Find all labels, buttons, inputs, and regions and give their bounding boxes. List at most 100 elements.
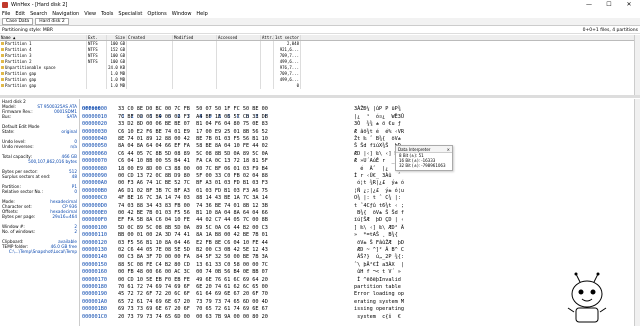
partition-icon xyxy=(1,60,4,63)
cell-name: Partition gap xyxy=(5,71,37,76)
col-accessed[interactable]: Accessed xyxy=(217,35,261,40)
hex-bytes: 00 CD 13 72 0C 8B D9 80 5F 00 33 C0 FB 0… xyxy=(118,173,268,179)
hex-text: Æ »U´AúÊ r _ xyxy=(354,158,395,165)
mascot-sticker-image xyxy=(567,272,607,323)
hex-bytes: 74 03 88 34 43 83 FB 00 74 36 BE 74 01 8… xyxy=(118,202,268,209)
maximize-button[interactable]: ☐ xyxy=(600,0,618,10)
col-ext[interactable]: Ext. xyxy=(87,35,107,40)
file-list: Name ▲ Ext. Size Created Modified Access… xyxy=(0,35,634,95)
hex-text: system c{š € xyxy=(354,313,404,320)
info-key: Surplus sectors at end: xyxy=(2,174,51,179)
hex-bytes: 69 73 73 69 6E 67 20 6F 70 65 72 61 74 6… xyxy=(118,306,268,313)
hex-offset: 00000130 xyxy=(82,247,107,253)
data-interpreter-window: Data Interpreter × 8 Bit (±): 51 16 Bit … xyxy=(395,145,453,171)
partition-icon xyxy=(1,78,4,81)
hex-offset: 00000030 xyxy=(82,128,107,135)
hex-offset: 00000080 xyxy=(82,165,107,172)
interpreter-close-icon[interactable]: × xyxy=(447,146,450,153)
info-value: n/a xyxy=(70,144,77,149)
cell-name: Partition gap xyxy=(5,77,37,82)
hex-scrollbar[interactable] xyxy=(634,99,640,326)
info-key: State: xyxy=(2,129,15,134)
hex-text: Í ^ëðëþInvalid xyxy=(354,276,404,283)
title-bar: WinHex - [Hard disk 2] — ☐ ✕ xyxy=(0,0,640,10)
hex-text: erating system M xyxy=(354,298,404,305)
cell-empty xyxy=(173,83,217,89)
hex-bytes: 7C BF 00 06 B9 00 02 F3 A4 BF 1E 06 57 C… xyxy=(118,113,268,120)
hex-offset: 00000180 xyxy=(82,284,107,290)
hex-text: ÃŠ?} ú„_2P ¾{: xyxy=(354,254,404,261)
hex-offset: 000001A0 xyxy=(82,298,107,305)
col-name[interactable]: Name ▲ xyxy=(0,35,87,40)
col-attr[interactable]: Attr. xyxy=(261,35,274,40)
info-key: Undo reverses: xyxy=(2,144,34,149)
col-size[interactable]: Size xyxy=(107,35,127,40)
hex-offset: 000001B0 xyxy=(82,306,107,313)
hex-bytes: 18 00 E9 8D 00 C3 88 00 00 7C BF 06 01 0… xyxy=(118,165,268,172)
tab-bar: Case Data Hard disk 2 xyxy=(0,18,640,26)
hex-text: issing operating xyxy=(354,306,404,313)
hex-offset: 00000140 xyxy=(82,254,107,261)
info-value: 500,107,862,016 bytes xyxy=(28,159,77,164)
app-icon xyxy=(2,2,8,8)
tab-hard-disk-2[interactable]: Hard disk 2 xyxy=(35,18,69,25)
hex-bytes: 33 C0 8E D0 BC 00 7C FB 50 07 50 1F FC 5… xyxy=(118,106,268,113)
hex-offset: 00000190 xyxy=(82,291,107,298)
hex-offset: 00000050 xyxy=(82,143,107,150)
cell-name: Partition 2 xyxy=(5,59,32,64)
tab-case-data[interactable]: Case Data xyxy=(2,18,34,25)
minimize-button[interactable]: — xyxy=(580,0,598,10)
pane-splitter[interactable] xyxy=(0,95,640,98)
info-value: original xyxy=(61,129,77,134)
menu-window[interactable]: Window xyxy=(172,11,192,17)
hex-bytes: 20 73 79 73 74 65 6D 00 00 63 7B 9A 00 0… xyxy=(118,313,268,320)
hex-offset: 00000100 xyxy=(82,224,107,231)
hex-offset: 000000F0 xyxy=(82,217,107,224)
hex-offset: 000000A0 xyxy=(82,180,107,187)
hex-text: t ˆ4Cƒû t6¾t ‹ ; xyxy=(354,202,404,209)
info-value: C:\...\Temp\Snapshot\Local\Temp xyxy=(8,249,77,254)
menu-navigation[interactable]: Navigation xyxy=(52,11,79,17)
info-value: 2 xyxy=(74,229,77,234)
hex-text: partition table xyxy=(354,284,404,290)
hex-offset: 00000170 xyxy=(82,276,107,283)
menu-bar: File Edit Search Navigation View Tools S… xyxy=(0,10,640,18)
hex-editor[interactable]: Offset 0 1 2 3 4 5 6 7 8 9 A B C D E F 0… xyxy=(80,99,634,326)
close-button[interactable]: ✕ xyxy=(620,0,638,10)
menu-file[interactable]: File xyxy=(2,11,10,17)
hex-text: õV± Š FâûŽÆ þD xyxy=(354,239,404,246)
info-value: 29x16=464 xyxy=(52,214,77,219)
info-value: SATA xyxy=(66,114,77,119)
menu-edit[interactable]: Edit xyxy=(15,11,25,17)
hex-offset: 00000020 xyxy=(82,121,107,128)
hex-bytes: 00 F3 A6 74 1C BE 52 7C BF A3 01 03 FD B… xyxy=(118,180,268,187)
info-value: 48 xyxy=(71,174,77,179)
col-created[interactable]: Created xyxy=(127,35,173,40)
col-first-sector[interactable]: 1st sector xyxy=(274,35,301,40)
menu-tools[interactable]: Tools xyxy=(101,11,113,17)
cell-empty xyxy=(261,83,274,89)
menu-help[interactable]: Help xyxy=(196,11,207,17)
menu-specialist[interactable]: Specialist xyxy=(118,11,142,17)
cell-name: Partition gap xyxy=(5,83,37,88)
col-modified[interactable]: Modified xyxy=(173,35,217,40)
hex-text: Error loading op xyxy=(354,291,404,298)
file-list-row[interactable]: Partition gap 1.0 MB 0 xyxy=(0,83,634,89)
hex-offset: 00000060 xyxy=(82,150,107,157)
info-value: 0 xyxy=(74,189,77,194)
menu-search[interactable]: Search xyxy=(30,11,47,17)
partition-icon xyxy=(1,84,4,87)
menu-view[interactable]: View xyxy=(84,11,96,17)
hex-bytes: 33 D2 8D 00 06 BE BE 07 B1 04 F6 04 80 7… xyxy=(118,121,268,128)
hex-bytes: 45 72 72 6F 72 20 6C 6F 61 64 69 6E 67 2… xyxy=(118,291,268,298)
hex-bytes: C6 44 05 7C 8B 5D 08 89 5C 08 8B 5D 0A 8… xyxy=(118,150,268,157)
menu-options[interactable]: Options xyxy=(147,11,166,17)
partition-status-line: Partitioning style: MBR 0+0+1 files, 4 p… xyxy=(0,27,640,34)
hex-bytes: 00 CD 10 5E EB F0 EB FE 49 6E 76 61 6C 6… xyxy=(118,276,268,283)
hex-bytes: 02 C6 44 05 7E 08 5E 5D B2 00 C3 0B 42 5… xyxy=(118,247,268,253)
cell-name-wrap: Partition gap xyxy=(0,83,87,89)
hex-offset: 00000070 xyxy=(82,158,107,165)
interpreter-title: Data Interpreter xyxy=(396,146,452,153)
hex-text: ïú[ŠÆ þD ÇD | ‹ xyxy=(354,217,404,224)
file-list-scrollbar[interactable] xyxy=(634,35,640,95)
